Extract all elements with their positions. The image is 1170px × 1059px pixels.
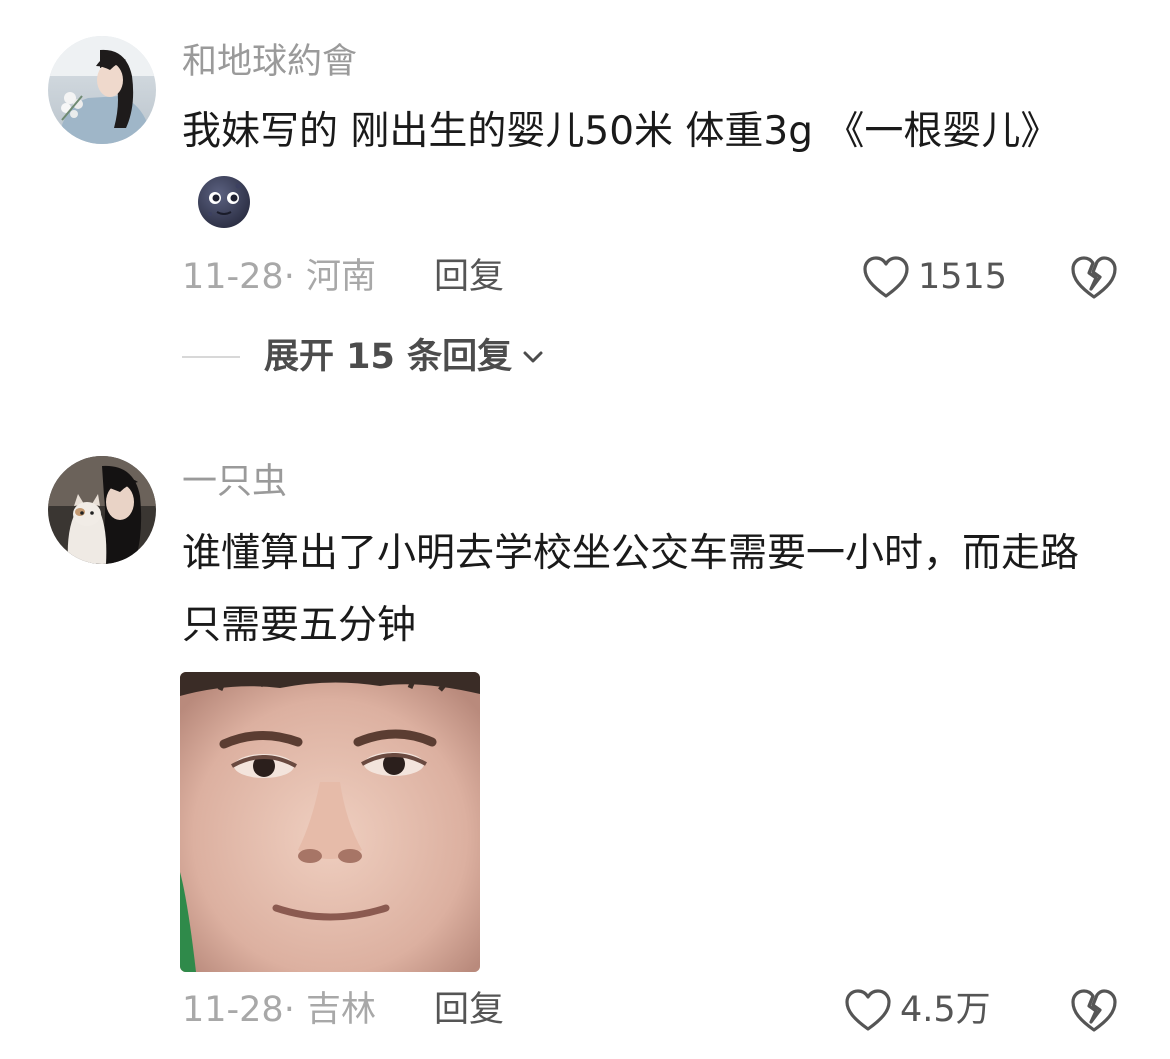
avatar-image: [48, 36, 156, 144]
comment-item: 和地球約會 我妹写的 刚出生的婴儿50米 体重3g 《一根婴儿》 11-28· …: [0, 0, 1170, 400]
divider: [182, 356, 240, 358]
like-count: 4.5万: [900, 990, 991, 1030]
date-location: 11-28· 河南: [182, 257, 376, 297]
avatar[interactable]: [48, 456, 156, 564]
like-count: 1515: [918, 257, 1008, 297]
comment-meta: 11-28· 吉林 回复 4.5万: [182, 985, 1170, 1035]
chevron-down-icon: [523, 351, 543, 363]
date-location: 11-28· 吉林: [182, 990, 376, 1030]
comment-meta: 11-28· 河南 回复 1515: [182, 252, 1170, 302]
new-moon-face-emoji: [196, 174, 252, 230]
dislike-button[interactable]: [1070, 253, 1118, 301]
comment-text: 谁懂算出了小明去学校坐公交车需要一小时，而走路只需要五分钟: [182, 531, 1080, 648]
comment-item: 一只虫 谁懂算出了小明去学校坐公交车需要一小时，而走路只需要五分钟 11-28·…: [0, 440, 1170, 1059]
broken-heart-icon: [1071, 256, 1117, 299]
avatar[interactable]: [48, 36, 156, 144]
reply-button[interactable]: 回复: [434, 252, 504, 302]
comment-text-content: 我妹写的 刚出生的婴儿50米 体重3g 《一根婴儿》: [182, 109, 1060, 154]
expand-replies-label: 展开 15 条回复: [264, 337, 513, 377]
username[interactable]: 一只虫: [182, 460, 287, 504]
sticker-image[interactable]: [180, 672, 480, 972]
comment-text: 我妹写的 刚出生的婴儿50米 体重3g 《一根婴儿》: [182, 96, 1112, 240]
reply-button[interactable]: 回复: [434, 985, 504, 1035]
dislike-button[interactable]: [1070, 986, 1118, 1034]
like-button[interactable]: 4.5万: [844, 985, 991, 1035]
heart-outline-icon: [845, 989, 891, 1031]
like-button[interactable]: 1515: [862, 252, 1007, 302]
broken-heart-icon: [1071, 989, 1117, 1032]
avatar-image: [48, 456, 156, 564]
expand-replies: 展开 15 条回复: [182, 332, 546, 382]
username[interactable]: 和地球約會: [182, 40, 357, 84]
heart-outline-icon: [863, 256, 909, 298]
meme-face-image: [180, 672, 480, 972]
expand-replies-button[interactable]: 展开 15 条回复: [264, 332, 546, 382]
